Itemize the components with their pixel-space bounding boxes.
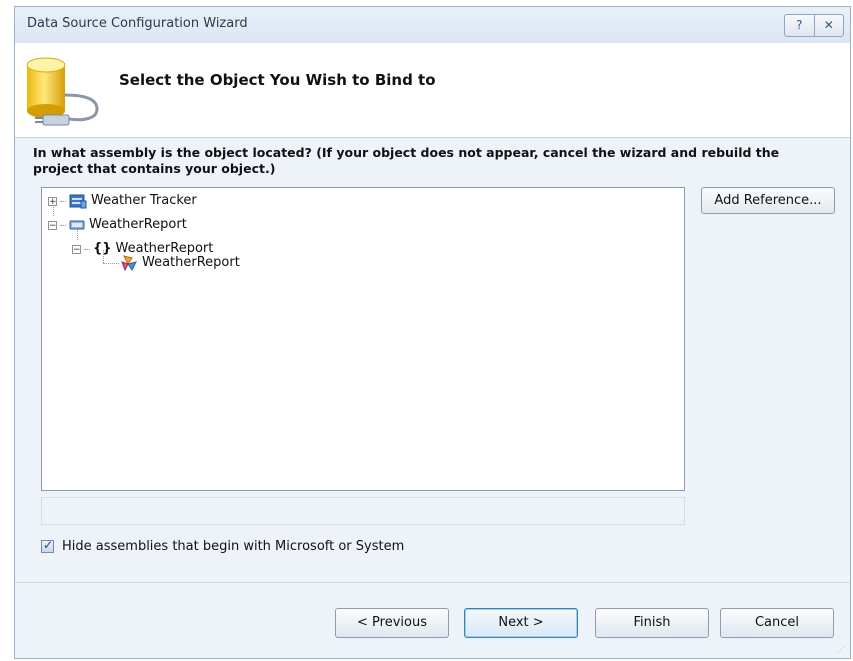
cancel-button[interactable]: Cancel xyxy=(720,608,834,638)
collapse-icon[interactable]: − xyxy=(48,220,57,230)
tree-node-weatherreport-assembly[interactable]: − WeatherReport xyxy=(48,215,187,235)
hide-assemblies-label: Hide assemblies that begin with Microsof… xyxy=(62,539,405,554)
resize-grip-icon[interactable]: ⋰ xyxy=(837,645,847,655)
next-button[interactable]: Next > xyxy=(464,608,578,638)
tree-connector xyxy=(60,224,66,226)
tree-node-label: WeatherReport xyxy=(142,255,240,270)
tree-node-weatherreport-class[interactable]: WeatherReport xyxy=(120,253,240,273)
tree-connector xyxy=(84,248,90,250)
status-bar xyxy=(41,497,685,525)
finish-button[interactable]: Finish xyxy=(595,608,709,638)
hide-assemblies-checkbox[interactable] xyxy=(41,538,54,553)
tree-connector xyxy=(103,263,119,264)
tree-node-label: WeatherReport xyxy=(89,217,187,232)
tree-node-label: Weather Tracker xyxy=(91,193,197,208)
footer-divider xyxy=(15,582,850,583)
tree-connector xyxy=(60,200,66,202)
namespace-icon: {} xyxy=(93,241,112,256)
assembly-icon xyxy=(69,220,85,230)
assembly-tree[interactable]: + Weather Tracker − WeatherReport − {} W… xyxy=(41,187,685,491)
collapse-icon[interactable]: − xyxy=(72,244,81,254)
title-bar: Data Source Configuration Wizard ? ✕ xyxy=(15,7,850,43)
previous-button[interactable]: < Previous xyxy=(335,608,449,638)
add-reference-button[interactable]: Add Reference... xyxy=(701,187,835,214)
page-title: Select the Object You Wish to Bind to xyxy=(119,71,436,89)
class-icon xyxy=(121,255,137,272)
expand-icon[interactable]: + xyxy=(48,196,57,206)
project-icon xyxy=(69,194,87,209)
assembly-question: In what assembly is the object located? … xyxy=(33,145,780,176)
tree-node-weather-tracker[interactable]: + Weather Tracker xyxy=(48,191,197,211)
wizard-window: Data Source Configuration Wizard ? ✕ Sel… xyxy=(14,6,851,659)
hide-assemblies-option[interactable]: Hide assemblies that begin with Microsof… xyxy=(41,538,405,554)
wizard-banner: Select the Object You Wish to Bind to xyxy=(15,43,850,138)
database-plug-icon xyxy=(26,57,99,126)
title-bar-buttons: ? ✕ xyxy=(784,14,844,37)
window-title: Data Source Configuration Wizard xyxy=(27,16,248,31)
help-button[interactable]: ? xyxy=(785,15,815,36)
close-button[interactable]: ✕ xyxy=(815,15,844,36)
